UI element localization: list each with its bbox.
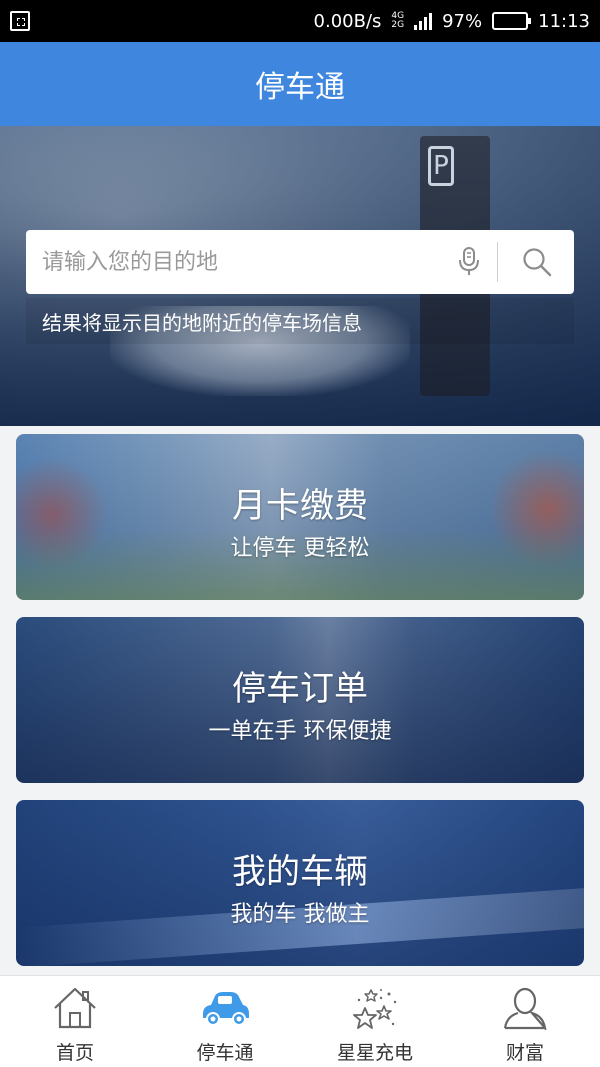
stars-icon (347, 984, 403, 1032)
card-subtitle: 让停车 更轻松 (230, 536, 370, 561)
screenshot-icon (10, 11, 30, 31)
parking-sign-letter: P (428, 146, 454, 186)
clock: 11:13 (538, 10, 590, 32)
network-speed: 0.00B/s (313, 10, 382, 32)
car-icon (197, 984, 253, 1032)
card-subtitle: 我的车 我做主 (230, 902, 370, 927)
nav-label: 财富 (505, 1042, 544, 1064)
battery-percent: 97% (442, 10, 483, 32)
microphone-icon[interactable] (449, 230, 489, 294)
monthly-card-payment-card[interactable]: 月卡缴费 让停车 更轻松 (16, 434, 584, 600)
nav-item-parking[interactable]: 停车通 (150, 976, 300, 1067)
status-bar: 0.00B/s 4G 2G 97% 11:13 (0, 0, 600, 42)
nav-item-star-charging[interactable]: 星星充电 (300, 976, 450, 1067)
bottom-nav: 首页 停车通 星星充电 财富 (0, 975, 600, 1067)
signal-icon (414, 12, 433, 30)
network-type: 4G 2G (391, 12, 404, 30)
battery-icon (492, 12, 532, 30)
search-icon[interactable] (512, 230, 562, 294)
my-vehicles-card[interactable]: 我的车辆 我的车 我做主 (16, 800, 584, 966)
search-input[interactable] (26, 230, 449, 294)
nav-item-wealth[interactable]: 财富 (450, 976, 600, 1067)
card-title: 我的车辆 (232, 852, 368, 892)
page-title: 停车通 (255, 70, 345, 105)
app-bar: 停车通 (0, 42, 600, 126)
nav-label: 星星充电 (336, 1042, 413, 1064)
network-2g-label: 2G (391, 20, 405, 30)
nav-label: 停车通 (196, 1042, 254, 1064)
card-title: 月卡缴费 (232, 486, 368, 526)
card-subtitle: 一单在手 环保便捷 (208, 719, 392, 744)
search-box (26, 230, 574, 294)
search-divider (497, 242, 498, 282)
status-left (10, 11, 30, 31)
home-icon (47, 984, 103, 1032)
nav-label: 首页 (55, 1042, 94, 1064)
user-icon (497, 984, 553, 1032)
card-title: 停车订单 (232, 669, 368, 709)
status-right: 0.00B/s 4G 2G 97% 11:13 (314, 11, 590, 32)
search-hint: 结果将显示目的地附近的停车场信息 (26, 298, 574, 344)
nav-item-home[interactable]: 首页 (0, 976, 150, 1067)
parking-orders-card[interactable]: 停车订单 一单在手 环保便捷 (16, 617, 584, 783)
